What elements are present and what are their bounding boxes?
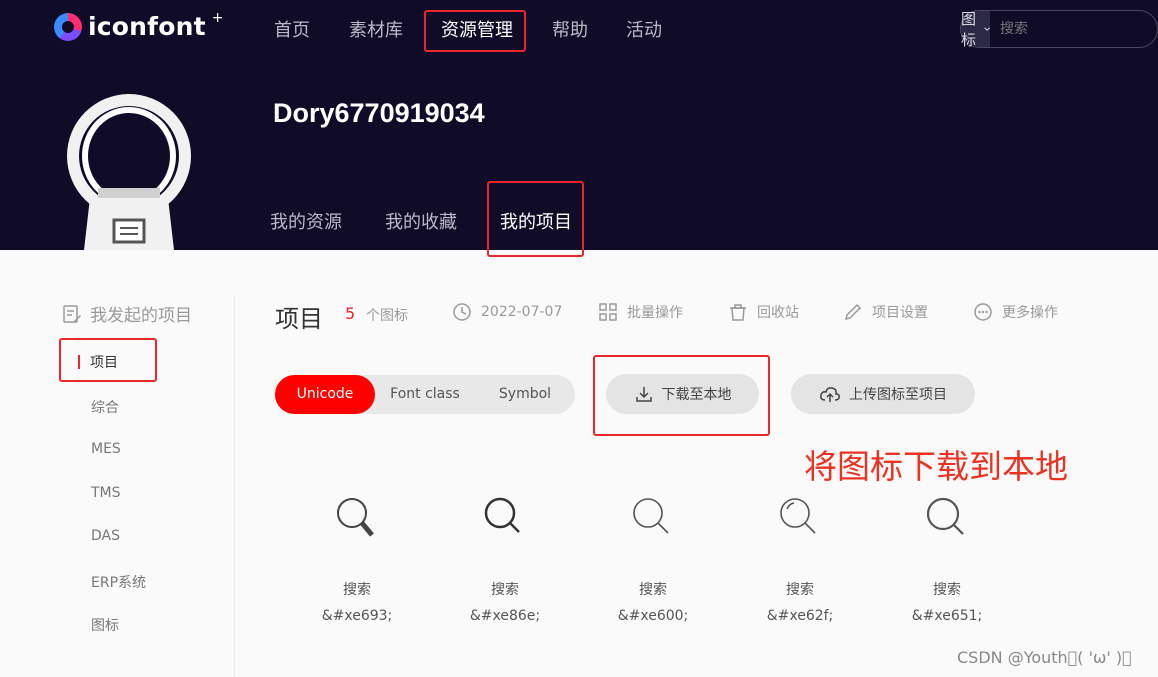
batch-operation-label: 批量操作 xyxy=(627,305,683,321)
search-icon xyxy=(484,497,520,533)
avatar[interactable] xyxy=(62,88,196,250)
recycle-bin-button[interactable]: 回收站 xyxy=(728,302,799,322)
project-title: 项目 xyxy=(275,305,323,333)
icon-code: &#xe86e; xyxy=(469,608,541,624)
project-settings-label: 项目设置 xyxy=(872,305,928,321)
search-icon xyxy=(926,497,964,535)
icon-code: &#xe62f; xyxy=(766,608,834,624)
header: iconfont + 首页 素材库 资源管理 帮助 活动 图标 Dory6770… xyxy=(0,0,1158,250)
sidebar-heading-label: 我发起的项目 xyxy=(90,306,192,326)
icon-card[interactable]: 搜索 &#xe86e; xyxy=(445,495,565,624)
icon-count-unit: 个图标 xyxy=(366,308,408,324)
logo-icon xyxy=(54,12,82,41)
icon-card[interactable]: 搜索 &#xe693; xyxy=(297,495,417,624)
icon-count: 5 xyxy=(345,304,356,323)
sidebar-item-project[interactable]: 项目 xyxy=(78,352,118,372)
icon-card[interactable]: 搜索 &#xe651; xyxy=(887,495,1007,624)
logo-plus: + xyxy=(211,9,224,26)
sidebar-divider xyxy=(234,296,235,677)
clock-icon xyxy=(453,303,471,321)
segment-font-class[interactable]: Font class xyxy=(375,375,475,414)
icon-name: 搜索 xyxy=(343,582,371,598)
tab-my-projects[interactable]: 我的项目 xyxy=(500,208,572,234)
batch-operation-button[interactable]: 批量操作 xyxy=(598,302,683,322)
icon-card[interactable]: 搜索 &#xe600; xyxy=(593,495,713,624)
search-icon xyxy=(633,498,669,534)
edit-doc-icon xyxy=(63,304,81,323)
icon-code: &#xe600; xyxy=(617,608,689,624)
nav-item-library[interactable]: 素材库 xyxy=(349,16,403,42)
search-icon xyxy=(337,498,374,537)
icon-code: &#xe651; xyxy=(911,608,983,624)
download-icon xyxy=(635,387,652,402)
tab-my-favorites[interactable]: 我的收藏 xyxy=(385,208,457,234)
search-type-label: 图标 xyxy=(961,10,977,49)
icon-code: &#xe693; xyxy=(321,608,393,624)
sidebar-item-mes[interactable]: MES xyxy=(91,441,121,457)
tab-my-resources[interactable]: 我的资源 xyxy=(270,208,342,234)
search-icon xyxy=(780,498,816,534)
search-type-select[interactable]: 图标 xyxy=(961,10,991,49)
download-label: 下载至本地 xyxy=(661,387,732,403)
icon-card[interactable]: 搜索 &#xe62f; xyxy=(740,495,860,624)
logo-text: iconfont xyxy=(88,12,206,41)
icon-name: 搜索 xyxy=(786,582,814,598)
sidebar-item-icons[interactable]: 图标 xyxy=(91,615,119,635)
sidebar-item-tms[interactable]: TMS xyxy=(91,485,121,501)
trash-icon xyxy=(730,304,746,321)
format-segmented-control: Unicode Font class Symbol xyxy=(275,375,575,414)
icon-name: 搜索 xyxy=(639,582,667,598)
pencil-icon xyxy=(844,303,862,321)
grid-icon xyxy=(599,303,617,321)
upload-button[interactable]: 上传图标至项目 xyxy=(791,374,975,414)
upload-label: 上传图标至项目 xyxy=(849,387,947,403)
more-actions-button[interactable]: 更多操作 xyxy=(973,302,1058,322)
sidebar-item-erp[interactable]: ERP系统 xyxy=(91,572,146,592)
segment-unicode[interactable]: Unicode xyxy=(275,375,375,414)
nav-item-events[interactable]: 活动 xyxy=(626,16,662,42)
segment-symbol[interactable]: Symbol xyxy=(475,375,575,414)
cloud-upload-icon xyxy=(820,387,840,402)
sidebar-item-label: 项目 xyxy=(90,355,118,371)
sidebar-heading: 我发起的项目 xyxy=(62,301,192,326)
search-box: 图标 xyxy=(960,10,1158,49)
download-button[interactable]: 下载至本地 xyxy=(606,374,759,414)
project-date-value: 2022-07-07 xyxy=(481,304,563,320)
nav-item-home[interactable]: 首页 xyxy=(274,16,310,42)
icon-name: 搜索 xyxy=(491,582,519,598)
more-actions-label: 更多操作 xyxy=(1002,305,1058,321)
project-date: 2022-07-07 xyxy=(452,302,562,322)
nav-item-resources[interactable]: 资源管理 xyxy=(441,16,513,42)
annotation-text: 将图标下载到本地 xyxy=(804,447,1068,486)
active-indicator xyxy=(78,355,80,369)
iconfont-logo[interactable]: iconfont + xyxy=(54,9,224,41)
project-settings-button[interactable]: 项目设置 xyxy=(843,302,928,322)
nav-item-help[interactable]: 帮助 xyxy=(552,16,588,42)
sidebar-item-das[interactable]: DAS xyxy=(91,528,120,544)
sidebar-item-general[interactable]: 综合 xyxy=(91,397,119,417)
username: Dory6770919034 xyxy=(273,98,485,128)
watermark: CSDN @Youth ( 'ω' )  xyxy=(957,648,1132,667)
icon-name: 搜索 xyxy=(933,582,961,598)
recycle-bin-label: 回收站 xyxy=(757,305,799,321)
more-icon xyxy=(974,303,992,321)
search-input[interactable] xyxy=(990,11,1158,47)
